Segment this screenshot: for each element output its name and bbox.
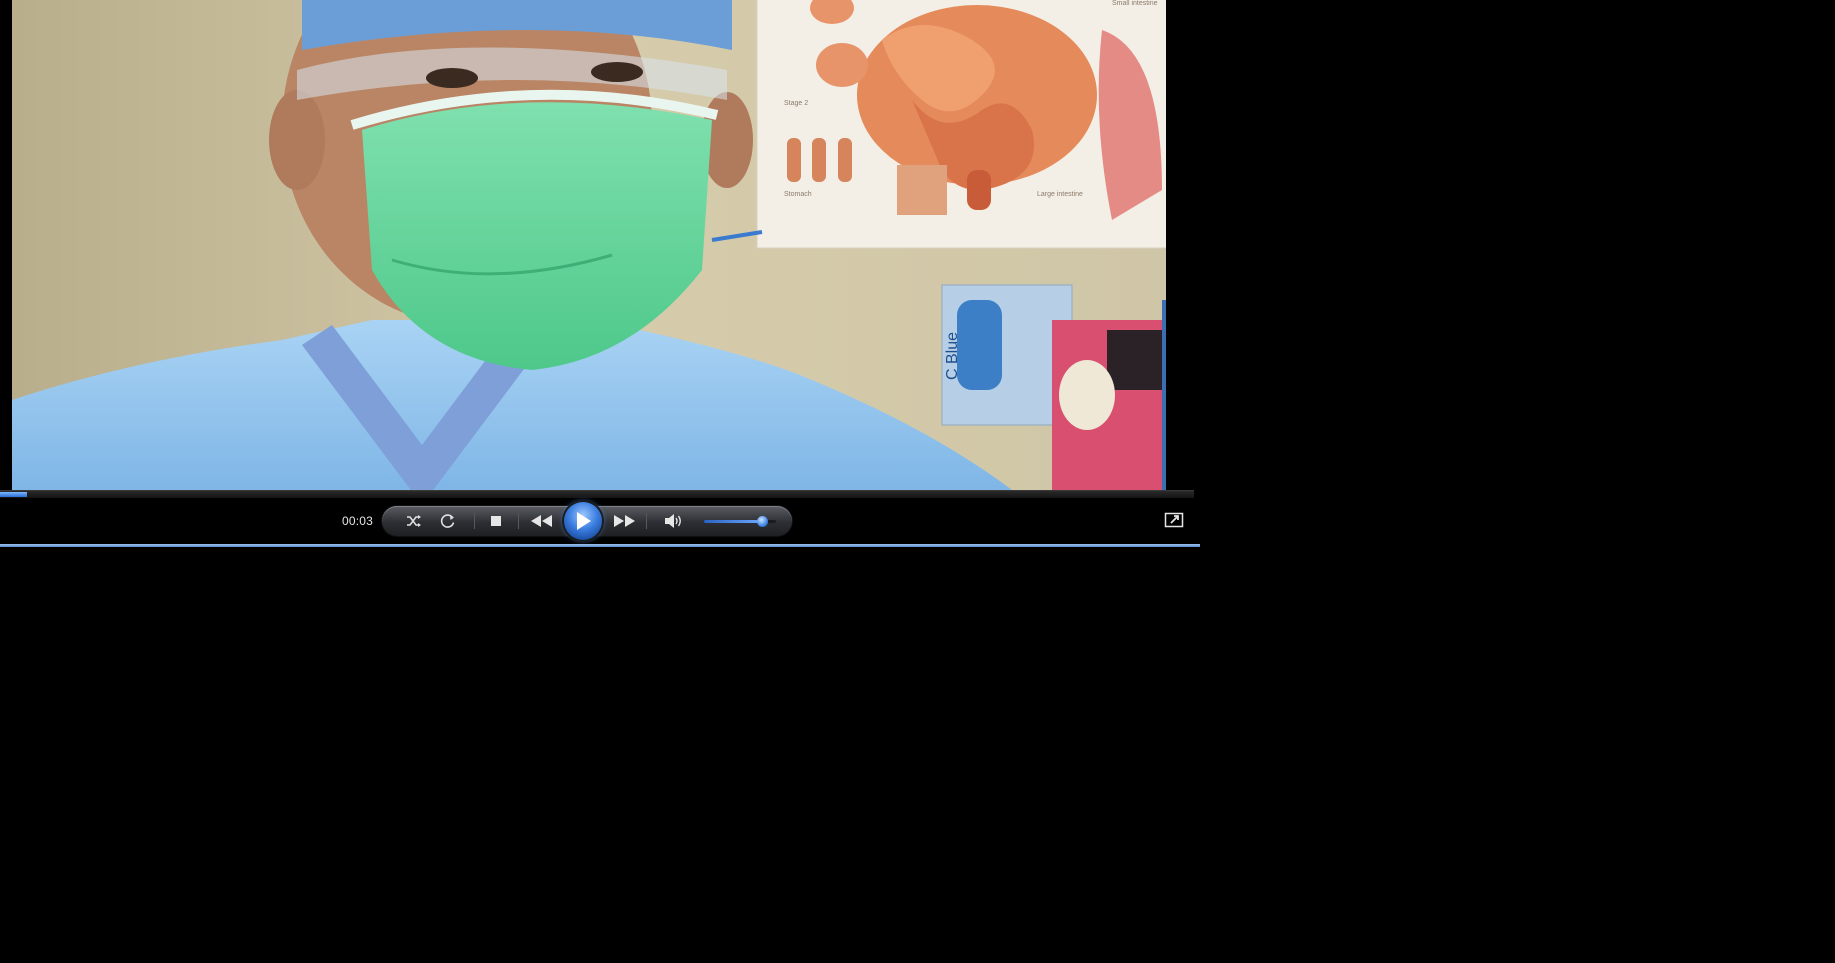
stop-button[interactable] <box>484 511 508 531</box>
poster-label: Stage 2 <box>784 100 808 107</box>
poster-label: Stomach <box>784 191 812 198</box>
volume-level <box>704 520 762 523</box>
glove-box-label: C Blue <box>944 332 961 380</box>
next-button[interactable] <box>610 511 638 531</box>
shuffle-button[interactable] <box>402 511 426 531</box>
playback-controls: 00:03 <box>0 498 1200 544</box>
mute-button[interactable] <box>662 511 686 531</box>
volume-slider[interactable] <box>704 516 776 527</box>
elapsed-time: 00:03 <box>342 514 374 528</box>
repeat-button[interactable] <box>436 511 460 531</box>
play-icon <box>577 512 591 530</box>
video-frame[interactable]: Stage 2 Small intestine Stomach Large in… <box>12 0 1166 490</box>
switch-to-library-button[interactable] <box>1164 511 1184 529</box>
anatomy-poster: Stage 2 Small intestine Stomach Large in… <box>756 0 1166 249</box>
volume-thumb[interactable] <box>756 516 768 527</box>
repeat-icon <box>440 514 455 528</box>
poster-label: Large intestine <box>1037 191 1083 198</box>
previous-button[interactable] <box>528 511 556 531</box>
shuffle-icon <box>407 515 421 527</box>
switch-to-library-icon <box>1164 512 1184 528</box>
play-button[interactable] <box>564 502 602 540</box>
transport-pill <box>382 502 792 540</box>
poster-label: Small intestine <box>1112 0 1158 7</box>
seek-progress <box>0 492 28 497</box>
fast-forward-icon <box>614 515 635 527</box>
video-scene: Stage 2 Small intestine Stomach Large in… <box>12 0 1166 490</box>
rewind-icon <box>531 515 552 527</box>
speaker-icon <box>665 514 681 528</box>
player-border <box>0 544 1200 547</box>
stop-icon <box>491 516 501 526</box>
